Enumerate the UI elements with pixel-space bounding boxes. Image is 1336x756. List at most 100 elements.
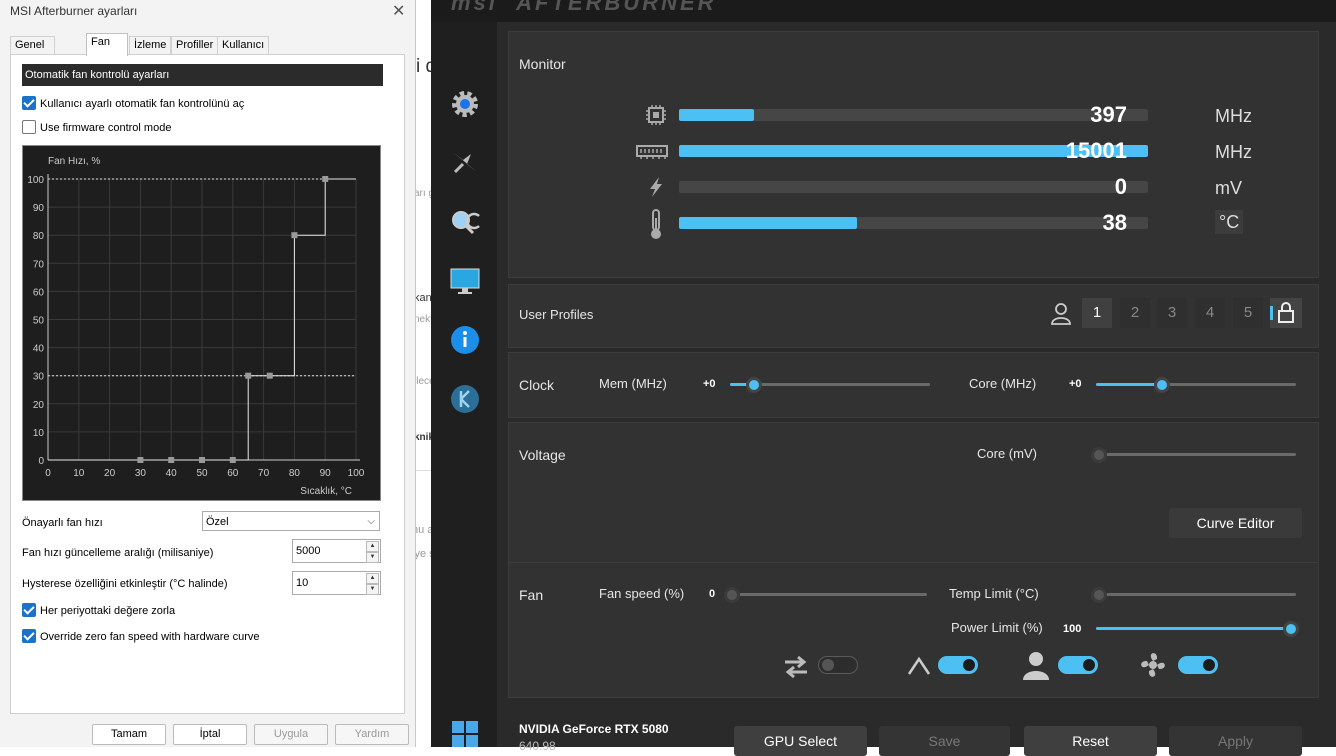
checkbox-checked-icon[interactable] (22, 603, 36, 618)
x-tick-label: 30 (135, 468, 147, 479)
temp-limit-label: Temp Limit (°C) (949, 586, 1039, 601)
tab-fan[interactable]: Fan (86, 33, 128, 56)
fan-title: Fan (519, 587, 544, 603)
curve-editor-button[interactable]: Curve Editor (1169, 508, 1302, 538)
checkbox-unchecked-icon[interactable] (22, 120, 36, 135)
gpu-name: NVIDIA GeForce RTX 5080 (519, 722, 669, 736)
checkbox-label: Kullanıcı ayarlı otomatik fan kontrolünü… (40, 98, 245, 110)
msi-logo: msi AFTERBURNER (451, 0, 717, 15)
y-tick-label: 100 (27, 175, 44, 186)
checkbox-label: Her periyottaki değere zorla (40, 605, 176, 617)
fan-curve-graph[interactable]: 0 10 20 30 40 50 60 70 80 90 100 0 10 20 30 40 50 60 70 80 9… (22, 145, 381, 501)
close-icon[interactable]: ✕ (392, 1, 405, 21)
auto-mode-icon (907, 656, 931, 675)
temperature-unit: °C (1215, 210, 1244, 234)
lock-icon[interactable] (1270, 298, 1302, 328)
spin-up-icon[interactable]: ▲ (366, 573, 379, 584)
y-tick-label: 80 (33, 231, 45, 242)
x-tick-label: 80 (289, 468, 301, 479)
settings-gear-icon[interactable] (449, 88, 481, 120)
afterburner-topbar: msi AFTERBURNER (431, 0, 1336, 22)
core-clock-slider-knob[interactable] (1154, 377, 1170, 393)
driver-version: 640.98 (519, 739, 556, 753)
x-tick-label: 100 (348, 468, 365, 479)
override-zero-checkbox[interactable]: Override zero fan speed with hardware cu… (22, 629, 260, 646)
tab-profiles[interactable]: Profiller (171, 36, 219, 54)
profiles-title: User Profiles (519, 307, 594, 322)
cancel-button[interactable]: İptal (173, 724, 247, 745)
spin-up-icon[interactable]: ▲ (366, 541, 379, 552)
reset-button[interactable]: Reset (1024, 726, 1157, 756)
y-tick-label: 90 (33, 203, 45, 214)
y-tick-label: 50 (33, 316, 45, 327)
preset-label: Önayarlı fan hızı (22, 517, 103, 529)
mem-clock-label: Mem (MHz) (599, 376, 667, 391)
force-value-checkbox[interactable]: Her periyottaki değere zorla (22, 603, 176, 620)
fan-curve-chart[interactable]: 0 10 20 30 40 50 60 70 80 90 100 0 10 20 30 40 50 60 70 80 9… (23, 146, 380, 500)
preset-select[interactable]: Özel ⌵ (202, 511, 380, 531)
fan-speed-label: Fan speed (%) (599, 586, 685, 601)
temp-limit-slider[interactable] (1091, 587, 1296, 603)
core-voltage-slider[interactable] (1091, 447, 1296, 463)
mem-clock-slider[interactable] (730, 377, 930, 393)
tab-user-interface[interactable]: Kullanıcı Arayüzü (217, 36, 270, 68)
profile-4-button[interactable]: 4 (1195, 298, 1225, 328)
power-limit-slider[interactable] (1096, 621, 1299, 637)
kombustor-k-icon[interactable] (449, 383, 481, 415)
update-interval-input[interactable]: 5000 ▲ ▼ (292, 539, 381, 563)
curve-point (229, 457, 236, 463)
user-fan-control-checkbox[interactable]: Kullanıcı ayarlı otomatik fan kontrolünü… (22, 96, 245, 113)
user-profile-icon (1051, 303, 1071, 325)
profile-3-button[interactable]: 3 (1157, 298, 1187, 328)
temperature-fill (679, 217, 858, 229)
hysteresis-input[interactable]: 10 ▲ ▼ (292, 571, 381, 595)
x-tick-label: 70 (258, 468, 270, 479)
checkbox-checked-icon[interactable] (22, 629, 36, 644)
curve-point (245, 372, 252, 379)
kombustor-search-icon[interactable] (449, 206, 481, 238)
apply-button[interactable]: Uygula (254, 724, 328, 745)
save-button[interactable]: Save (879, 726, 1010, 756)
auto-fan-toggle[interactable] (938, 656, 978, 674)
voltage-title: Voltage (519, 447, 566, 463)
x-tick-label: 60 (227, 468, 239, 479)
windows-logo-icon[interactable] (449, 718, 481, 750)
profile-1-button[interactable]: 1 (1082, 298, 1112, 328)
apply-button[interactable]: Apply (1169, 726, 1302, 756)
info-icon[interactable] (449, 324, 481, 356)
clock-title: Clock (519, 377, 555, 393)
user-fan-toggle[interactable] (1058, 656, 1098, 674)
core-voltage-slider-knob[interactable] (1091, 447, 1107, 463)
ok-button[interactable]: Tamam (92, 724, 166, 745)
oc-scanner-icon[interactable] (449, 146, 481, 178)
core-voltage-label: Core (mV) (977, 446, 1037, 461)
help-button[interactable]: Yardım (335, 724, 409, 745)
gpu-select-button[interactable]: GPU Select (734, 726, 867, 756)
monitor-display-icon[interactable] (449, 266, 481, 298)
core-clock-slider-fill (1096, 383, 1162, 386)
temp-limit-slider-knob[interactable] (1091, 587, 1107, 603)
mem-clock-slider-knob[interactable] (746, 377, 762, 393)
afterburner-main: Monitor 397 MHz 15001 MHz 0 mV 38 °C Use… (497, 22, 1336, 756)
fan-speed-slider[interactable] (724, 587, 927, 603)
tab-general[interactable]: Genel Ayarlar (10, 36, 55, 68)
x-tick-label: 50 (196, 468, 208, 479)
monitor-card: Monitor 397 MHz 15001 MHz 0 mV 38 °C (508, 31, 1319, 278)
tab-monitoring[interactable]: İzleme (129, 36, 172, 54)
y-tick-label: 70 (33, 259, 45, 270)
core-clock-slider[interactable] (1096, 377, 1296, 393)
fan-blade-icon (1141, 653, 1165, 677)
profile-2-button[interactable]: 2 (1120, 298, 1150, 328)
fan-speed-slider-knob[interactable] (724, 587, 740, 603)
spin-down-icon[interactable]: ▼ (366, 552, 379, 563)
spin-down-icon[interactable]: ▼ (366, 584, 379, 595)
profile-5-button[interactable]: 5 (1233, 298, 1263, 328)
checkbox-checked-icon[interactable] (22, 96, 36, 111)
fan-settings-panel: Otomatik fan kontrolü ayarları Kullanıcı… (10, 54, 405, 714)
fan-curve-toggle[interactable] (1178, 656, 1218, 674)
power-limit-slider-knob[interactable] (1283, 621, 1299, 637)
core-clock-value: 397 (1090, 102, 1127, 127)
firmware-mode-checkbox[interactable]: Use firmware control mode (22, 120, 171, 137)
fan-sync-toggle[interactable] (818, 656, 858, 674)
curve-point (266, 372, 273, 379)
